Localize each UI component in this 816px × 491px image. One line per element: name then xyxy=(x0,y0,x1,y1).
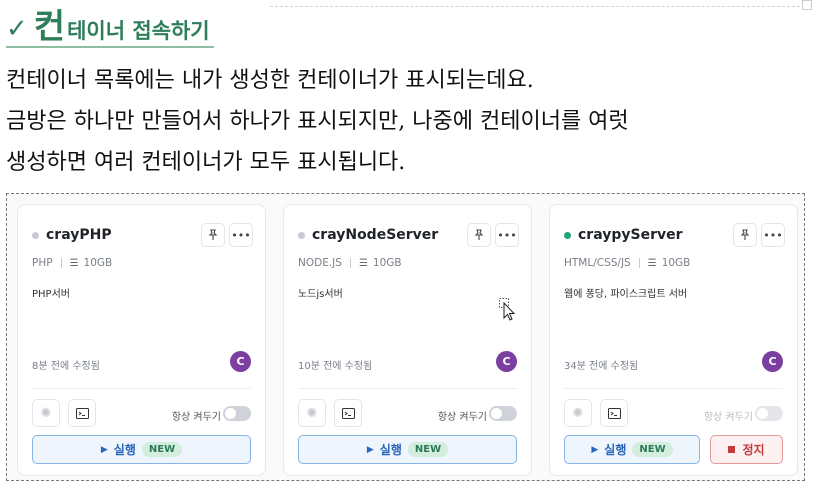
status-dot xyxy=(298,231,305,239)
terminal-icon[interactable] xyxy=(68,399,96,427)
container-name[interactable]: crayNodeServer xyxy=(312,227,463,243)
new-badge: NEW xyxy=(407,442,449,457)
settings-icon[interactable]: ✺ xyxy=(298,399,326,427)
run-label: 실행 xyxy=(379,443,402,457)
screenshot-frame: crayPHP ••• PHP ☰ 10GB PHP서버 8분 전에 수정됨 C… xyxy=(6,193,805,481)
disk-size: 10GB xyxy=(83,257,113,269)
run-button[interactable]: ▶ 실행 NEW xyxy=(298,435,517,464)
always-on-toggle[interactable] xyxy=(223,406,251,421)
terminal-icon[interactable] xyxy=(334,399,362,427)
stack-label: PHP xyxy=(32,257,53,269)
disk-size: 10GB xyxy=(372,257,402,269)
top-divider xyxy=(270,6,800,7)
always-on-toggle[interactable] xyxy=(755,406,783,421)
container-card: craypyServer ••• HTML/CSS/JS ☰ 10GB 웹에 퐁… xyxy=(549,204,798,476)
container-card: crayNodeServer ••• NODE.JS ☰ 10GB 노드js서버… xyxy=(283,204,532,476)
play-icon: ▶ xyxy=(100,444,108,455)
always-on-label: 항상 켜두기 xyxy=(437,412,487,423)
card-divider xyxy=(298,388,517,389)
container-description: 노드js서버 xyxy=(298,289,343,300)
always-on-label: 항상 켜두기 xyxy=(703,412,753,423)
disk-size: 10GB xyxy=(661,257,691,269)
more-icon[interactable]: ••• xyxy=(495,223,519,247)
avatar: C xyxy=(496,351,517,372)
always-on-toggle[interactable] xyxy=(489,406,517,421)
status-dot xyxy=(32,231,39,239)
disk-icon: ☰ xyxy=(69,257,79,269)
paragraph-line: 금방은 하나만 만들어서 하나가 표시되지만, 나중에 컨테이너를 여럿 xyxy=(6,109,629,134)
new-badge: NEW xyxy=(632,442,673,457)
container-name[interactable]: crayPHP xyxy=(46,227,197,243)
run-label: 실행 xyxy=(604,443,627,457)
terminal-icon[interactable] xyxy=(600,399,628,427)
paragraph-line: 생성하면 여러 컨테이너가 모두 표시됩니다. xyxy=(6,150,406,175)
container-description: PHP서버 xyxy=(32,289,70,300)
mouse-cursor-icon xyxy=(499,298,517,326)
body-paragraph: 컨테이너 목록에는 내가 생성한 컨테이너가 표시되는데요. 금방은 하나만 만… xyxy=(6,66,629,189)
avatar: C xyxy=(230,351,251,372)
stop-button[interactable]: 정지 xyxy=(710,435,783,464)
pin-icon[interactable] xyxy=(733,223,757,247)
pin-icon[interactable] xyxy=(201,223,225,247)
run-button[interactable]: ▶ 실행 NEW xyxy=(32,435,251,464)
container-name[interactable]: craypyServer xyxy=(578,227,729,243)
disk-icon: ☰ xyxy=(647,257,657,269)
container-description: 웹에 퐁당, 파이스크립트 서버 xyxy=(564,289,688,300)
run-label: 실행 xyxy=(113,443,136,457)
edited-time: 34분 전에 수정됨 xyxy=(564,361,639,372)
card-divider xyxy=(32,388,251,389)
pin-icon[interactable] xyxy=(467,223,491,247)
always-on-label: 항상 켜두기 xyxy=(171,412,221,423)
paragraph-line: 컨테이너 목록에는 내가 생성한 컨테이너가 표시되는데요. xyxy=(6,68,534,93)
disk-icon: ☰ xyxy=(358,257,368,269)
card-divider xyxy=(564,388,783,389)
heading-first-char: 컨 xyxy=(33,7,66,47)
check-icon: ✓ xyxy=(6,14,28,44)
stop-label: 정지 xyxy=(742,443,765,457)
more-icon[interactable]: ••• xyxy=(229,223,253,247)
more-icon[interactable]: ••• xyxy=(761,223,785,247)
settings-icon[interactable]: ✺ xyxy=(564,399,592,427)
corner-marker xyxy=(802,0,812,10)
edited-time: 8분 전에 수정됨 xyxy=(32,361,100,372)
settings-icon[interactable]: ✺ xyxy=(32,399,60,427)
container-card: crayPHP ••• PHP ☰ 10GB PHP서버 8분 전에 수정됨 C… xyxy=(17,204,266,476)
stop-icon xyxy=(728,446,736,453)
stack-label: NODE.JS xyxy=(298,257,342,269)
avatar: C xyxy=(762,351,783,372)
heading-text: 테이너 접속하기 xyxy=(67,18,210,43)
status-dot xyxy=(564,231,571,239)
run-button[interactable]: ▶ 실행 NEW xyxy=(564,435,700,464)
stack-label: HTML/CSS/JS xyxy=(564,257,631,269)
play-icon: ▶ xyxy=(591,444,599,455)
new-badge: NEW xyxy=(141,442,183,457)
section-heading: ✓ 컨 테이너 접속하기 xyxy=(6,6,214,48)
play-icon: ▶ xyxy=(366,444,374,455)
edited-time: 10분 전에 수정됨 xyxy=(298,361,373,372)
